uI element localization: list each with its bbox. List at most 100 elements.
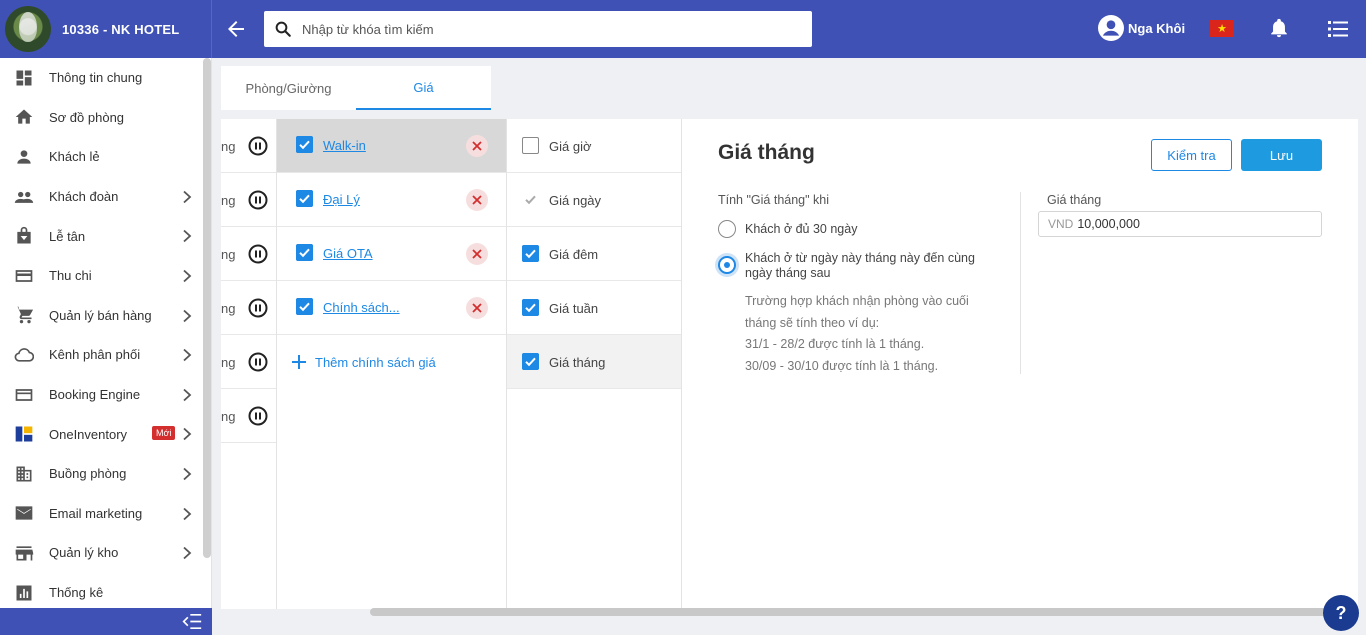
plus-icon xyxy=(292,355,306,369)
checkbox-checked[interactable] xyxy=(296,136,313,153)
bell-icon[interactable] xyxy=(1268,17,1290,39)
sidebar-item-general-info[interactable]: Thông tin chung xyxy=(0,58,211,98)
sidebar-item-label: Khách đoàn xyxy=(49,189,119,205)
policy-row-policy[interactable]: Chính sách... xyxy=(277,281,506,335)
new-badge: Mới xyxy=(152,426,176,441)
price-type-nightly[interactable]: Giá đêm xyxy=(507,227,681,281)
price-type-label: Giá ngày xyxy=(549,193,602,208)
sidebar-item-booking-engine[interactable]: Booking Engine xyxy=(0,375,211,415)
room-list: ng ng ng ng ng ng xyxy=(221,119,277,609)
tab-bar: Phòng/Giường Giá xyxy=(221,66,491,110)
sidebar-item-group-guest[interactable]: Khách đoàn xyxy=(0,177,211,217)
sidebar: Thông tin chung Sơ đồ phòng Khách lẻ Khá… xyxy=(0,58,212,635)
add-price-policy-button[interactable]: Thêm chính sách giá xyxy=(291,354,436,370)
remove-policy-button[interactable] xyxy=(466,297,488,319)
radio-30-days[interactable] xyxy=(718,220,736,238)
chevron-right-icon xyxy=(183,348,192,362)
policy-link[interactable]: Chính sách... xyxy=(323,300,400,315)
list-item[interactable]: ng xyxy=(221,227,276,281)
checkbox-checked[interactable] xyxy=(522,245,539,262)
page-title: Giá tháng xyxy=(718,141,815,164)
sidebar-item-oneinventory[interactable]: OneInventory Mới xyxy=(0,414,211,454)
sidebar-item-housekeeping[interactable]: Buồng phòng xyxy=(0,454,211,494)
list-item[interactable]: ng xyxy=(221,281,276,335)
policy-link[interactable]: Đại Lý xyxy=(323,192,360,207)
sidebar-collapse-bar[interactable] xyxy=(0,608,212,635)
radio-same-day-next-month-label[interactable]: Khách ở từ ngày này tháng này đến cùng n… xyxy=(745,251,990,281)
remove-policy-button[interactable] xyxy=(466,135,488,157)
vietnam-flag-icon[interactable]: ★ xyxy=(1210,20,1234,37)
sidebar-item-statistics[interactable]: Thống kê xyxy=(0,573,211,613)
policy-row-agency[interactable]: Đại Lý xyxy=(277,173,506,227)
checkbox-unchecked[interactable] xyxy=(522,137,539,154)
chevron-right-icon xyxy=(183,546,192,560)
checkbox-checked[interactable] xyxy=(296,190,313,207)
list-item[interactable]: ng xyxy=(221,389,276,443)
chevron-right-icon xyxy=(183,269,192,283)
remove-policy-button[interactable] xyxy=(466,189,488,211)
checkbox-checked[interactable] xyxy=(296,298,313,315)
sidebar-item-warehouse[interactable]: Quản lý kho xyxy=(0,533,211,573)
chevron-right-icon xyxy=(183,230,192,243)
radio-same-day-next-month[interactable] xyxy=(718,256,736,274)
sidebar-scrollbar[interactable] xyxy=(203,58,211,558)
radio-30-days-label[interactable]: Khách ở đủ 30 ngày xyxy=(745,222,857,236)
list-item[interactable]: ng xyxy=(221,119,276,173)
brand[interactable]: 10336 - NK HOTEL xyxy=(0,0,212,58)
example-note: Trường hợp khách nhận phòng vào cuối thá… xyxy=(745,291,985,377)
sidebar-item-income-expense[interactable]: Thu chi xyxy=(0,256,211,296)
save-button[interactable]: Lưu xyxy=(1241,139,1322,171)
email-icon xyxy=(15,506,33,520)
policy-row-walk-in[interactable]: Walk-in xyxy=(277,119,506,173)
tab-price[interactable]: Giá xyxy=(356,66,491,110)
user-menu[interactable]: Nga Khôi xyxy=(1098,15,1185,41)
price-panel: ng ng ng ng ng ng Walk-in Đại Lý Giá OTA… xyxy=(221,119,1358,609)
search-box[interactable] xyxy=(264,11,812,47)
pause-icon[interactable] xyxy=(248,406,268,426)
price-type-monthly[interactable]: Giá tháng xyxy=(507,335,681,389)
checkbox-checked[interactable] xyxy=(522,299,539,316)
sidebar-item-room-map[interactable]: Sơ đồ phòng xyxy=(0,98,211,138)
pause-icon[interactable] xyxy=(248,136,268,156)
sidebar-item-label: Khách lẻ xyxy=(49,149,100,165)
policy-row-ota[interactable]: Giá OTA xyxy=(277,227,506,281)
help-button[interactable]: ? xyxy=(1323,595,1359,631)
hotel-name: 10336 - NK HOTEL xyxy=(62,21,180,37)
sidebar-item-label: Booking Engine xyxy=(49,387,141,403)
sidebar-item-distribution-channel[interactable]: Kênh phân phối xyxy=(0,335,211,375)
price-type-hourly[interactable]: Giá giờ xyxy=(507,119,681,173)
pause-icon[interactable] xyxy=(248,352,268,372)
sidebar-item-individual-guest[interactable]: Khách lẻ xyxy=(0,137,211,177)
room-name-fragment: ng xyxy=(221,355,236,370)
check-button[interactable]: Kiểm tra xyxy=(1151,139,1232,171)
sidebar-item-sales-management[interactable]: Quản lý bán hàng xyxy=(0,296,211,336)
price-type-list: Giá giờ Giá ngày Giá đêm Giá tuần Giá th… xyxy=(507,119,682,609)
checkbox-checked[interactable] xyxy=(296,244,313,261)
sidebar-item-label: OneInventory xyxy=(49,426,128,442)
policy-link[interactable]: Walk-in xyxy=(323,138,366,153)
policy-link[interactable]: Giá OTA xyxy=(323,246,373,261)
monthly-price-value[interactable]: 10,000,000 xyxy=(1077,217,1140,231)
pause-icon[interactable] xyxy=(248,298,268,318)
back-arrow-icon[interactable] xyxy=(224,17,248,41)
horizontal-scrollbar[interactable] xyxy=(370,608,1330,616)
pause-icon[interactable] xyxy=(248,190,268,210)
chevron-right-icon xyxy=(183,428,192,441)
monthly-price-detail: Giá tháng Kiểm tra Lưu Tính "Giá tháng" … xyxy=(683,119,1358,609)
search-input[interactable] xyxy=(302,21,782,37)
price-type-daily[interactable]: Giá ngày xyxy=(507,173,681,227)
currency-label: VND xyxy=(1048,217,1074,231)
list-item[interactable]: ng xyxy=(221,335,276,389)
note-line: tháng sẽ tính theo ví dụ: xyxy=(745,315,880,330)
monthly-price-input[interactable]: VND 10,000,000 xyxy=(1038,211,1322,237)
remove-policy-button[interactable] xyxy=(466,243,488,265)
price-type-weekly[interactable]: Giá tuần xyxy=(507,281,681,335)
list-item[interactable]: ng xyxy=(221,173,276,227)
sidebar-item-reception[interactable]: Lễ tân xyxy=(0,216,211,256)
sidebar-item-label: Buồng phòng xyxy=(49,466,127,482)
checkbox-checked[interactable] xyxy=(522,353,539,370)
tab-room-bed[interactable]: Phòng/Giường xyxy=(221,66,356,110)
list-menu-icon[interactable] xyxy=(1326,17,1350,41)
pause-icon[interactable] xyxy=(248,244,268,264)
sidebar-item-email-marketing[interactable]: Email marketing xyxy=(0,494,211,534)
